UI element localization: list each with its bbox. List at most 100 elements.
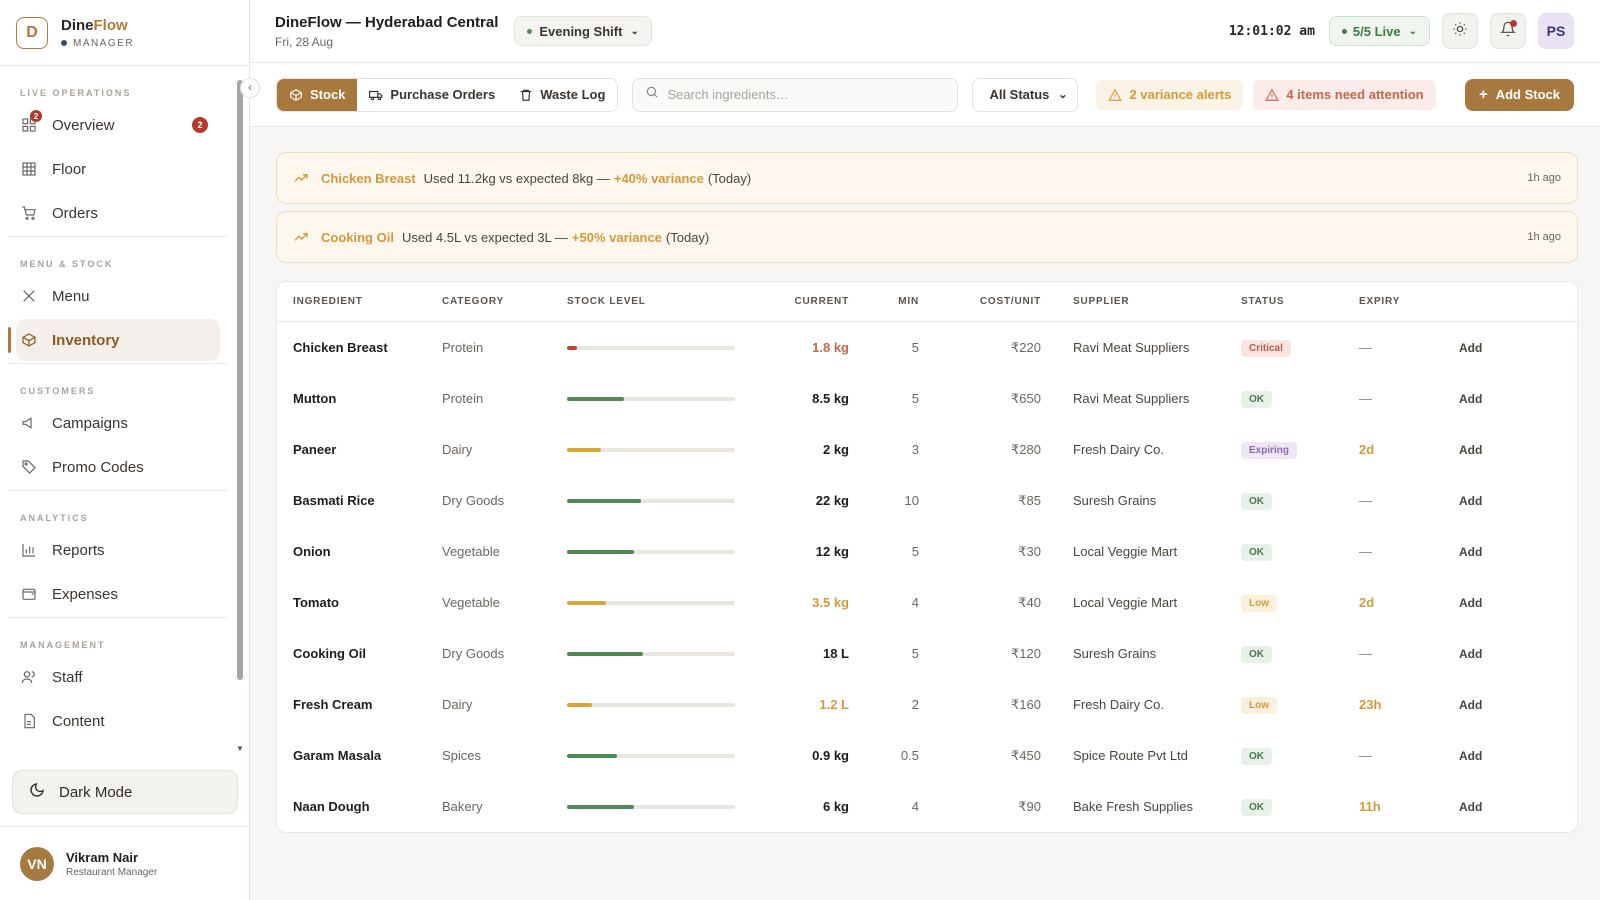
table-row[interactable]: Basmati Rice Dry Goods 22 kg 10 ₹85 Suresh Gr…	[277, 475, 1577, 526]
ingredient-category: Vegetable	[442, 544, 500, 559]
add-button[interactable]: Add	[1459, 392, 1519, 406]
cost-per-unit: ₹30	[1018, 543, 1041, 559]
add-stock-button[interactable]: + Add Stock	[1464, 78, 1574, 111]
tab-waste-log[interactable]: Waste Log	[507, 78, 618, 111]
sidebar-scrollbar[interactable]	[237, 80, 243, 680]
stock-level-fill	[567, 753, 618, 758]
column-header-status[interactable]: STATUS	[1241, 296, 1359, 307]
sidebar-item-overview[interactable]: 2 Overview 2	[16, 104, 220, 146]
table-row[interactable]: Garam Masala Spices 0.9 kg 0.5 ₹450 Spice Rou…	[277, 730, 1577, 781]
inventory-toolbar: Stock Purchase Orders Waste Log All Stat…	[250, 63, 1600, 127]
clock: 12:01:02 am	[1228, 23, 1315, 39]
min-stock: 5	[911, 391, 919, 406]
add-button[interactable]: Add	[1459, 749, 1519, 763]
stock-level	[567, 345, 757, 350]
sidebar-item-floor[interactable]: Floor	[16, 148, 220, 190]
status-badge: Low	[1241, 696, 1277, 714]
table-row[interactable]: Chicken Breast Protein 1.8 kg 5 ₹220 Ravi Mea…	[277, 322, 1577, 373]
search-input[interactable]	[667, 87, 938, 102]
sidebar-item-content[interactable]: Content	[16, 700, 220, 742]
table-row[interactable]: Paneer Dairy 2 kg 3 ₹280 Fresh Dairy Co. Expir…	[277, 424, 1577, 475]
table-row[interactable]: Tomato Vegetable 3.5 kg 4 ₹40 Local Veggie Ma…	[277, 577, 1577, 628]
nav-section: MANAGEMENT Staff Content	[8, 618, 228, 742]
live-dot-icon	[1341, 28, 1347, 34]
column-header-cost-unit[interactable]: COST/UNIT	[919, 296, 1041, 307]
shift-label: Evening Shift	[539, 23, 623, 39]
column-header-expiry[interactable]: EXPIRY	[1359, 296, 1459, 307]
sidebar-item-campaigns[interactable]: Campaigns	[16, 402, 220, 444]
column-header-min[interactable]: MIN	[849, 296, 919, 307]
live-terminals-selector[interactable]: 5/5 Live ⌄	[1328, 16, 1430, 46]
min-stock: 4	[911, 799, 919, 814]
ingredient-category: Dry Goods	[442, 493, 505, 508]
add-button[interactable]: Add	[1459, 545, 1519, 559]
sidebar-item-label: Orders	[52, 204, 98, 222]
icon-badge: 2	[30, 110, 42, 122]
supplier-name: Local Veggie Mart	[1073, 544, 1178, 559]
user-profile[interactable]: VN Vikram Nair Restaurant Manager	[0, 826, 250, 900]
column-header-category[interactable]: CATEGORY	[442, 296, 567, 307]
ingredient-name: Mutton	[293, 391, 337, 406]
brand-role: MANAGER	[61, 38, 134, 49]
sidebar-item-staff[interactable]: Staff	[16, 656, 220, 698]
sidebar-item-reports[interactable]: Reports	[16, 529, 220, 571]
table-row[interactable]: Naan Dough Bakery 6 kg 4 ₹90 Bake Fresh Suppl…	[277, 781, 1577, 832]
stock-level-fill	[567, 396, 625, 401]
sidebar-item-menu[interactable]: Menu	[16, 275, 220, 317]
column-header-current[interactable]: CURRENT	[757, 296, 849, 307]
add-button[interactable]: Add	[1459, 494, 1519, 508]
supplier-name: Local Veggie Mart	[1073, 595, 1178, 610]
ingredient-name: Basmati Rice	[293, 493, 375, 508]
brand-name-part2: Flow	[93, 16, 128, 34]
stock-level	[567, 549, 757, 554]
scroll-down-icon[interactable]: ▼	[236, 744, 244, 753]
theme-toggle-button[interactable]	[1442, 13, 1478, 49]
trending-up-icon	[293, 170, 309, 186]
table-row[interactable]: Fresh Cream Dairy 1.2 L 2 ₹160 Fresh Dairy Co…	[277, 679, 1577, 730]
cost-per-unit: ₹85	[1018, 492, 1041, 508]
column-header-ingredient[interactable]: INGREDIENT	[277, 296, 442, 307]
account-avatar[interactable]: PS	[1538, 13, 1574, 49]
notifications-button[interactable]	[1490, 13, 1526, 49]
variance-alerts-label: 2 variance alerts	[1129, 87, 1232, 102]
stock-level-track	[567, 753, 735, 758]
variance-alert-card[interactable]: Chicken Breast Used 11.2kg vs expected 8k…	[276, 152, 1578, 204]
table-row[interactable]: Cooking Oil Dry Goods 18 L 5 ₹120 Suresh Grai…	[277, 628, 1577, 679]
dark-mode-toggle[interactable]: Dark Mode	[12, 770, 238, 814]
table-row[interactable]: Mutton Protein 8.5 kg 5 ₹650 Ravi Meat Suppli…	[277, 373, 1577, 424]
shift-selector[interactable]: Evening Shift ⌄	[514, 16, 652, 46]
column-header-stock-level[interactable]: STOCK LEVEL	[567, 296, 757, 307]
attention-alerts-badge[interactable]: 4 items need attention	[1253, 79, 1436, 110]
column-header-supplier[interactable]: SUPPLIER	[1041, 296, 1241, 307]
sidebar-item-promo-codes[interactable]: Promo Codes	[16, 446, 220, 488]
nav-section: MENU & STOCK Menu Inventory	[8, 237, 228, 364]
supplier-name: Fresh Dairy Co.	[1073, 442, 1165, 457]
tab-waste-log-label: Waste Log	[540, 87, 606, 102]
tab-purchase-orders-label: Purchase Orders	[390, 87, 496, 102]
nav-section-label: ANALYTICS	[20, 513, 89, 523]
add-button[interactable]: Add	[1459, 443, 1519, 457]
nav-section: CUSTOMERS Campaigns Promo Codes	[8, 364, 228, 491]
current-stock: 3.5 kg	[812, 595, 849, 610]
tab-stock[interactable]: Stock	[277, 78, 358, 111]
alert-period: (Today)	[707, 170, 752, 186]
table-row[interactable]: Onion Vegetable 12 kg 5 ₹30 Local Veggie Mart…	[277, 526, 1577, 577]
sidebar-item-orders[interactable]: Orders	[16, 192, 220, 234]
add-button[interactable]: Add	[1459, 647, 1519, 661]
sidebar-item-inventory[interactable]: Inventory	[8, 319, 220, 361]
variance-alerts-badge[interactable]: 2 variance alerts	[1096, 79, 1244, 110]
variance-alert-card[interactable]: Cooking Oil Used 4.5L vs expected 3L — +50…	[276, 211, 1578, 263]
add-button[interactable]: Add	[1459, 800, 1519, 814]
status-filter-select[interactable]: All Status ⌄	[972, 77, 1079, 112]
users-icon	[20, 668, 38, 686]
table-header: INGREDIENT CATEGORY STOCK LEVEL CURRENT MIN C…	[277, 282, 1577, 322]
collapse-sidebar-button[interactable]: ‹	[240, 78, 260, 98]
expiry-value: 11h	[1359, 799, 1381, 814]
sidebar-item-expenses[interactable]: Expenses	[16, 573, 220, 615]
tab-purchase-orders[interactable]: Purchase Orders	[357, 78, 508, 111]
cost-per-unit: ₹40	[1018, 594, 1041, 610]
dashboard-icon: 2	[20, 110, 42, 134]
add-button[interactable]: Add	[1459, 341, 1519, 355]
add-button[interactable]: Add	[1459, 596, 1519, 610]
add-button[interactable]: Add	[1459, 698, 1519, 712]
